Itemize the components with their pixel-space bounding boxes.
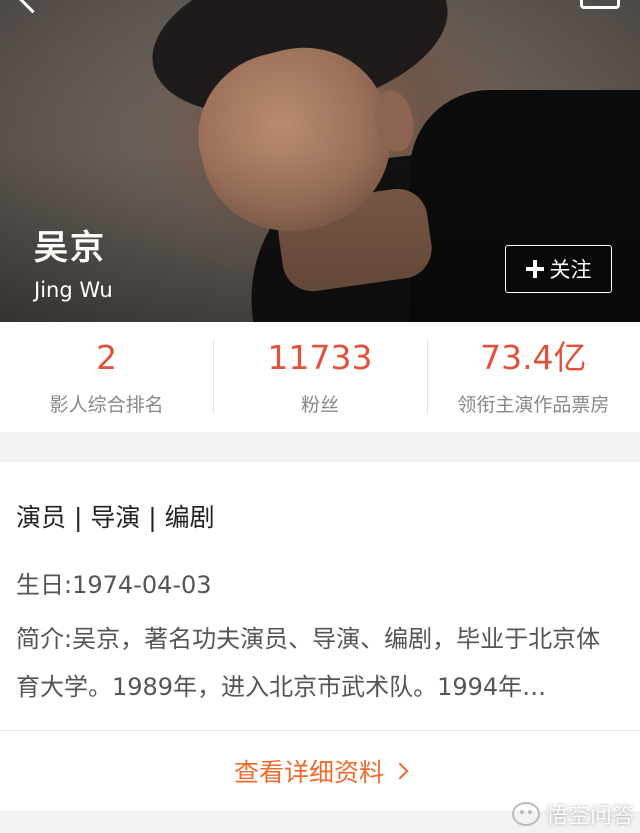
actor-name: 吴京: [34, 228, 106, 268]
view-details-label: 查看详细资料: [233, 758, 384, 787]
stat-fans[interactable]: 11733 粉丝: [213, 322, 426, 432]
plus-icon: [525, 260, 544, 278]
watermark: 悟空问答: [512, 798, 634, 830]
stats-bar: 2 影人综合排名 11733 粉丝 73.4亿 领衔主演作品票房: [0, 322, 640, 432]
chevron-right-icon: [391, 762, 409, 780]
stat-box-office[interactable]: 73.4亿 领衔主演作品票房: [426, 322, 640, 432]
stat-ranking[interactable]: 2 影人综合排名: [0, 322, 213, 432]
intro-text: 简介:吴京，著名功夫演员、导演、编剧，毕业于北京体育大学。1989年，进入北京市…: [16, 625, 601, 701]
stat-label: 粉丝: [300, 394, 339, 416]
wukong-logo-icon: [512, 802, 540, 826]
stat-label: 领衔主演作品票房: [457, 394, 610, 416]
roles-text: 演员 | 导演 | 编剧: [16, 503, 215, 532]
stat-value: 2: [96, 338, 118, 377]
follow-label: 关注: [549, 258, 592, 282]
back-icon[interactable]: [17, 0, 48, 14]
stat-value: 11733: [267, 338, 373, 377]
actor-english-name: Jing Wu: [34, 278, 113, 302]
menu-icon[interactable]: [580, 0, 620, 9]
watermark-text: 悟空问答: [546, 804, 635, 829]
profile-info-card: 演员 | 导演 | 编剧 生日:1974-04-03 简介:吴京，著名功夫演员、…: [0, 462, 640, 734]
profile-header: 吴京 Jing Wu 关注: [0, 0, 640, 322]
stat-value: 73.4亿: [480, 338, 587, 377]
stat-label: 影人综合排名: [49, 394, 164, 416]
follow-button[interactable]: 关注: [505, 245, 612, 293]
birthday-text: 生日:1974-04-03: [16, 571, 212, 599]
